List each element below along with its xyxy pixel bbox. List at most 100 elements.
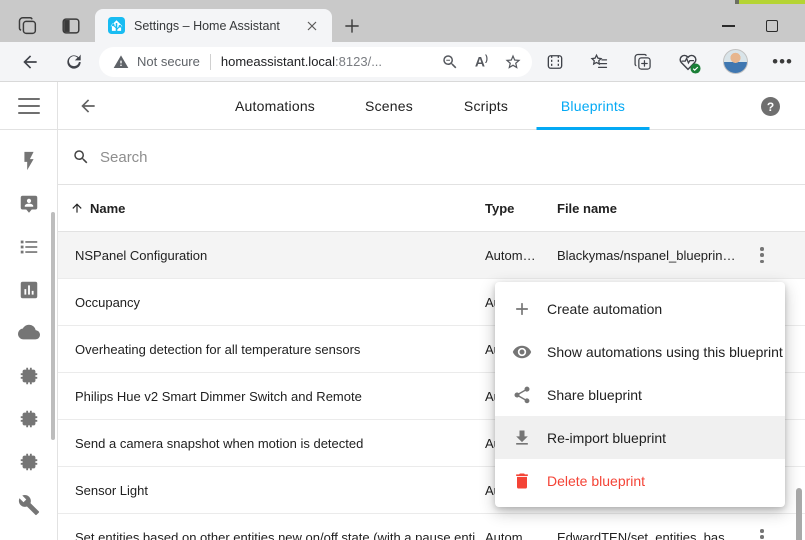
chip-icon <box>18 408 40 430</box>
chart-box-icon <box>18 279 40 301</box>
browser-tab[interactable]: Settings – Home Assistant <box>95 9 332 42</box>
ha-sidebar <box>0 82 58 540</box>
profile-avatar[interactable] <box>723 49 748 74</box>
search-bar <box>58 130 805 185</box>
row-name: Send a camera snapshot when motion is de… <box>75 436 363 451</box>
menu-item-show-automations[interactable]: Show automations using this blueprint <box>495 330 785 373</box>
screen-edge-indicator <box>739 0 805 4</box>
browser-toolbar: Not secure homeassistant.local :8123/...… <box>0 42 805 82</box>
menu-item-reimport-blueprint[interactable]: Re-import blueprint <box>495 416 785 459</box>
tab-group-add-icon[interactable] <box>633 52 653 72</box>
tab-automations[interactable]: Automations <box>235 82 315 130</box>
sort-arrow-up-icon[interactable] <box>70 201 84 215</box>
sidebar-item-esphome-1[interactable] <box>0 354 57 397</box>
chip-icon <box>18 365 40 387</box>
content-scrollbar[interactable] <box>796 488 802 540</box>
vertical-tabs-icon[interactable] <box>60 15 82 37</box>
column-type[interactable]: Type <box>485 201 514 216</box>
table-row[interactable]: NSPanel Configuration Autom… Blackymas/n… <box>58 232 805 279</box>
split-screen-icon[interactable] <box>545 52 565 72</box>
sidebar-item-esphome-3[interactable] <box>0 440 57 483</box>
browser-essentials-icon[interactable] <box>677 51 699 73</box>
back-icon[interactable] <box>20 52 40 72</box>
row-name: Occupancy <box>75 295 140 310</box>
sidebar-menu-button[interactable] <box>0 82 57 130</box>
column-name[interactable]: Name <box>90 201 125 216</box>
menu-item-label: Delete blueprint <box>547 473 645 489</box>
window-maximize-button[interactable] <box>766 20 778 32</box>
home-assistant-favicon <box>108 17 125 34</box>
row-name: Set entities based on other entities new… <box>75 530 475 540</box>
sidebar-item-cloud[interactable] <box>0 311 57 354</box>
search-icon <box>72 148 90 166</box>
account-badge-icon <box>18 193 40 215</box>
new-tab-icon[interactable] <box>342 16 362 36</box>
menu-item-label: Create automation <box>547 301 662 317</box>
address-bar[interactable]: Not secure homeassistant.local :8123/...… <box>99 47 532 77</box>
row-name: Philips Hue v2 Smart Dimmer Switch and R… <box>75 389 362 404</box>
tab-strip: Settings – Home Assistant <box>0 0 805 42</box>
row-type: Autom… <box>485 530 547 540</box>
flash-icon <box>18 150 40 172</box>
row-file: EdwardTEN/set_entities_bas… <box>557 530 747 540</box>
chip-icon <box>18 451 40 473</box>
help-icon[interactable]: ? <box>761 97 780 116</box>
read-aloud-icon[interactable]: A) <box>475 54 488 69</box>
url-path: :8123/... <box>335 54 382 69</box>
menu-item-label: Re-import blueprint <box>547 430 666 446</box>
menu-item-create-automation[interactable]: Create automation <box>495 287 785 330</box>
tab-blueprints[interactable]: Blueprints <box>561 82 625 130</box>
eye-icon <box>512 342 532 362</box>
favorite-star-icon[interactable] <box>504 53 522 71</box>
tab-scenes[interactable]: Scenes <box>365 82 413 130</box>
menu-item-label: Show automations using this blueprint <box>547 344 783 360</box>
column-file[interactable]: File name <box>557 201 617 216</box>
sidebar-item-history[interactable] <box>0 268 57 311</box>
refresh-icon[interactable] <box>64 52 84 72</box>
row-name: NSPanel Configuration <box>75 248 207 263</box>
address-divider <box>210 54 211 70</box>
list-icon <box>18 236 40 258</box>
menu-item-share-blueprint[interactable]: Share blueprint <box>495 373 785 416</box>
blueprint-context-menu: Create automation Show automations using… <box>495 282 785 507</box>
share-icon <box>512 385 532 405</box>
sidebar-item-todo[interactable] <box>0 225 57 268</box>
favorites-hub-icon[interactable] <box>589 52 609 72</box>
tab-scripts[interactable]: Scripts <box>464 82 508 130</box>
workspaces-icon[interactable] <box>17 15 39 37</box>
security-label: Not secure <box>137 54 200 69</box>
table-header: Name Type File name <box>58 185 805 232</box>
browser-menu-icon[interactable]: ••• <box>772 53 793 70</box>
menu-item-delete-blueprint[interactable]: Delete blueprint <box>495 459 785 502</box>
trash-icon <box>512 471 532 491</box>
ha-back-icon[interactable] <box>78 96 98 116</box>
sidebar-scrollbar[interactable] <box>51 212 55 440</box>
cloud-icon <box>18 322 40 344</box>
hamburger-icon <box>18 98 40 114</box>
row-file: Blackymas/nspanel_blueprin… <box>557 248 747 263</box>
search-input[interactable] <box>100 149 805 166</box>
row-overflow-icon[interactable] <box>755 528 769 540</box>
row-name: Sensor Light <box>75 483 148 498</box>
sidebar-item-settings[interactable] <box>0 483 57 526</box>
ha-header: Automations Scenes Scripts Blueprints ? <box>58 82 805 130</box>
tab-close-icon[interactable] <box>304 18 320 34</box>
window-minimize-button[interactable] <box>722 18 736 32</box>
sidebar-item-person[interactable] <box>0 182 57 225</box>
sidebar-item-esphome-2[interactable] <box>0 397 57 440</box>
row-overflow-icon[interactable] <box>755 246 769 264</box>
wrench-icon <box>18 494 40 516</box>
table-row[interactable]: Set entities based on other entities new… <box>58 514 805 540</box>
download-icon <box>512 428 532 448</box>
browser-window: Settings – Home Assistant Not secure hom… <box>0 0 805 540</box>
tab-title: Settings – Home Assistant <box>134 19 304 33</box>
active-tab-underline <box>537 127 650 130</box>
row-name: Overheating detection for all temperatur… <box>75 342 360 357</box>
menu-item-label: Share blueprint <box>547 387 642 403</box>
zoom-out-icon[interactable] <box>441 53 459 71</box>
plus-icon <box>512 299 532 319</box>
not-secure-warning-icon <box>113 54 129 70</box>
url-host: homeassistant.local <box>221 54 335 69</box>
sidebar-item-energy[interactable] <box>0 139 57 182</box>
row-type: Autom… <box>485 248 547 263</box>
